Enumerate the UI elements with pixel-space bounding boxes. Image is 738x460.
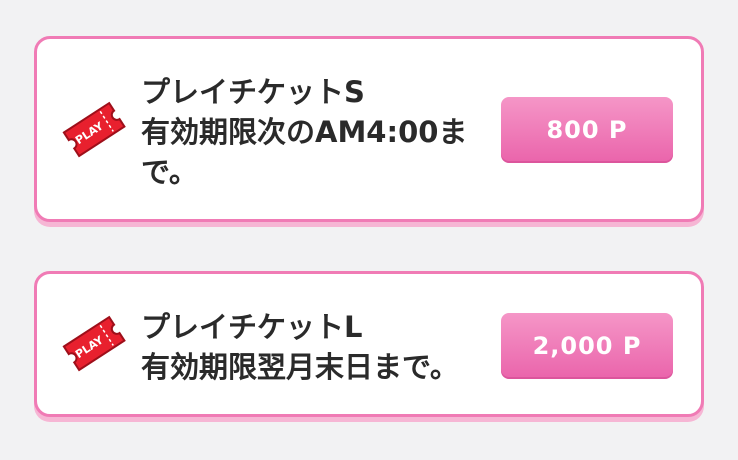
ticket-info: プレイチケットS 有効期限次のAM4:00ま で。 — [141, 72, 471, 192]
buy-button-l[interactable]: 2,000 P — [501, 313, 673, 379]
ticket-validity-line1: 有効期限次のAM4:00ま — [141, 115, 468, 149]
ticket-name: プレイチケットS — [141, 75, 365, 109]
play-ticket-icon: PLAY — [59, 97, 131, 161]
ticket-name: プレイチケットL — [141, 310, 363, 344]
ticket-validity-line2: で。 — [141, 155, 198, 189]
ticket-card-l: PLAY プレイチケットL 有効期限翌月末日まで。 2,000 P — [34, 271, 704, 417]
buy-button-s[interactable]: 800 P — [501, 97, 673, 163]
play-ticket-icon: PLAY — [59, 311, 131, 375]
ticket-info: プレイチケットL 有効期限翌月末日まで。 — [141, 307, 486, 387]
ticket-validity-line1: 有効期限翌月末日まで。 — [141, 350, 459, 384]
ticket-card-s: PLAY プレイチケットS 有効期限次のAM4:00ま で。 800 P — [34, 36, 704, 222]
